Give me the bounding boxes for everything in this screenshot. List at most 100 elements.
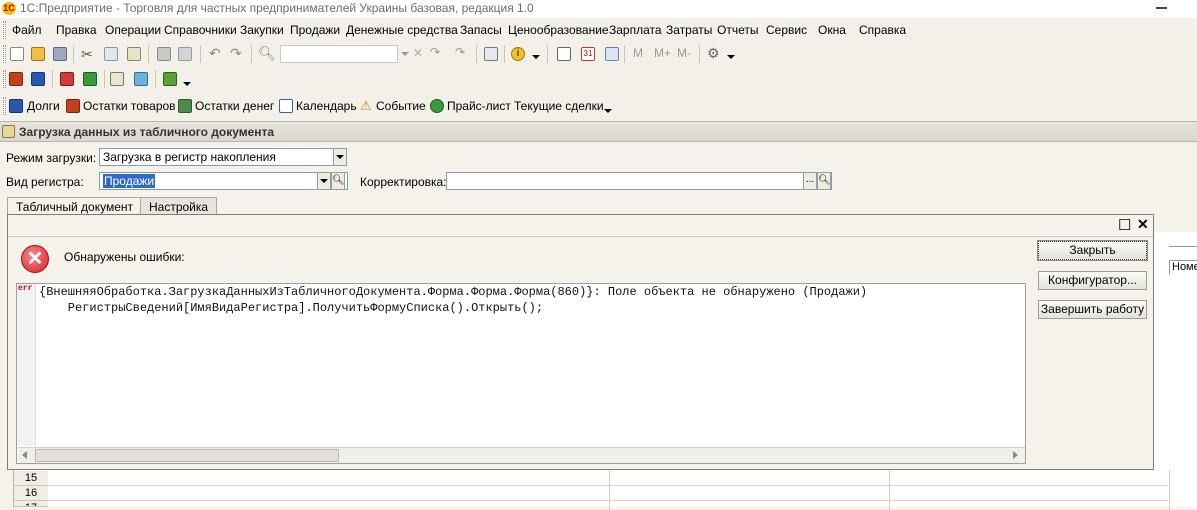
- correction-select-button[interactable]: ...: [803, 172, 817, 190]
- toolbar-separator: [148, 45, 149, 63]
- quick-stock-balance[interactable]: Остатки товаров: [83, 99, 176, 113]
- error-message-box[interactable]: err {ВнешняяОбработка.ЗагрузкаДанныхИзТа…: [16, 283, 1026, 464]
- exit-button[interactable]: Завершить работу: [1038, 300, 1147, 319]
- register-value: Продажи: [103, 174, 156, 188]
- stock-balance-icon: [66, 99, 80, 113]
- register-search-button[interactable]: 🔍︎: [331, 172, 345, 190]
- goods-sale-icon[interactable]: [83, 72, 97, 86]
- form-icon: [2, 125, 15, 138]
- secondary-toolbar: [0, 67, 1197, 92]
- new-document-icon[interactable]: [10, 47, 24, 61]
- quick-more-dropdown-icon[interactable]: [604, 109, 612, 113]
- mode-dropdown-button[interactable]: [333, 148, 347, 166]
- app-logo-icon: 1С: [2, 2, 16, 15]
- toolbar-separator: [52, 70, 53, 88]
- journal-icon[interactable]: [9, 72, 23, 86]
- contractors-icon[interactable]: [31, 72, 45, 86]
- memory-minus-button[interactable]: M-: [677, 46, 691, 60]
- toolbar-separator: [73, 45, 74, 63]
- find-next-icon[interactable]: ↷: [430, 45, 440, 59]
- print-preview-icon[interactable]: [178, 47, 192, 61]
- maximize-icon[interactable]: ☐: [1118, 216, 1131, 234]
- menu-windows[interactable]: Окна: [818, 23, 846, 37]
- menu-sales[interactable]: Продажи: [290, 23, 340, 37]
- scroll-thumb[interactable]: [35, 449, 339, 462]
- toolbar-search-input[interactable]: [280, 45, 398, 63]
- settings-dropdown-icon[interactable]: [727, 55, 735, 59]
- menu-stock[interactable]: Запасы: [460, 23, 502, 37]
- menu-service[interactable]: Сервис: [766, 23, 807, 37]
- find-prev-icon[interactable]: ↷: [455, 45, 465, 59]
- menu-pricing[interactable]: Ценообразование: [508, 23, 609, 37]
- horizontal-scrollbar[interactable]: [18, 447, 1025, 463]
- configurator-button[interactable]: Конфигуратор...: [1038, 271, 1147, 290]
- info-icon[interactable]: i: [511, 47, 525, 61]
- menu-cash[interactable]: Денежные средства: [346, 23, 458, 37]
- settings-icon[interactable]: ⚙: [707, 45, 720, 62]
- clipboard-icon[interactable]: [605, 47, 619, 61]
- quick-cash-balance[interactable]: Остатки денег: [195, 99, 274, 113]
- search-dropdown-icon[interactable]: [401, 52, 409, 56]
- toolbar-separator: [251, 45, 252, 63]
- sheet-gridline: [48, 485, 1168, 486]
- windows-icon[interactable]: [484, 47, 498, 61]
- mode-select[interactable]: Загрузка в регистр накопления: [99, 148, 347, 166]
- error-dialog: ☐ ✕ ✕ Обнаружены ошибки: err {ВнешняяОбр…: [7, 214, 1154, 470]
- scroll-right-icon[interactable]: [1013, 451, 1018, 459]
- open-folder-icon[interactable]: [31, 47, 45, 61]
- save-icon[interactable]: [53, 47, 67, 61]
- scroll-left-icon[interactable]: [22, 451, 27, 459]
- mode-value: Загрузка в регистр накопления: [103, 150, 276, 164]
- redo-icon[interactable]: ↷: [230, 45, 242, 62]
- minimize-button[interactable]: [1156, 7, 1167, 9]
- clear-search-icon[interactable]: ✕: [413, 46, 423, 60]
- invoice-icon[interactable]: [110, 72, 124, 86]
- menu-catalogs[interactable]: Справочники: [164, 23, 237, 37]
- search-icon[interactable]: 🔍︎: [258, 45, 276, 62]
- menu-costs[interactable]: Затраты: [666, 23, 712, 37]
- row-number: 16: [14, 486, 48, 501]
- event-icon: ⚠: [360, 98, 372, 113]
- price-list-icon: [430, 99, 444, 113]
- more-dropdown-icon[interactable]: [183, 82, 191, 86]
- memory-button[interactable]: M: [633, 46, 643, 60]
- menu-salary[interactable]: Зарплата: [609, 23, 662, 37]
- copy-icon[interactable]: [104, 47, 118, 61]
- menu-help[interactable]: Справка: [859, 23, 906, 37]
- correction-label: Корректировка:: [360, 175, 447, 189]
- toolbar-grip: [3, 45, 6, 63]
- register-dropdown-button[interactable]: [317, 172, 331, 190]
- register-field[interactable]: Продажи 🔍︎: [99, 172, 348, 190]
- undo-icon[interactable]: ↶: [209, 45, 221, 62]
- row-number: 17: [14, 501, 48, 507]
- menu-file[interactable]: Файл: [12, 23, 42, 37]
- payment-icon[interactable]: [134, 72, 148, 86]
- close-button[interactable]: Закрыть: [1037, 240, 1148, 261]
- quick-event[interactable]: Событие: [376, 99, 426, 113]
- memory-plus-button[interactable]: M+: [654, 46, 671, 60]
- quick-debts[interactable]: Долги: [27, 99, 60, 113]
- tab-settings[interactable]: Настройка: [140, 197, 218, 215]
- mode-label: Режим загрузки:: [6, 151, 97, 165]
- calendar-icon[interactable]: 31: [581, 47, 595, 61]
- menu-purchases[interactable]: Закупки: [240, 23, 284, 37]
- menu-reports[interactable]: Отчеты: [717, 23, 758, 37]
- info-dropdown-icon[interactable]: [532, 55, 540, 59]
- quick-current-deals[interactable]: Текущие сделки: [514, 99, 604, 113]
- quick-price-list[interactable]: Прайс-лист: [447, 99, 511, 113]
- paste-icon[interactable]: [127, 47, 141, 61]
- toolbar-separator: [547, 45, 548, 63]
- cash-order-icon[interactable]: [163, 72, 177, 86]
- correction-field[interactable]: ... 🔍︎: [446, 172, 832, 190]
- correction-search-button[interactable]: 🔍︎: [817, 172, 831, 190]
- close-icon[interactable]: ✕: [1137, 216, 1149, 233]
- calculator-icon[interactable]: [557, 47, 571, 61]
- menu-edit[interactable]: Правка: [56, 23, 97, 37]
- cut-icon[interactable]: ✂: [81, 46, 93, 63]
- menu-operations[interactable]: Операции: [105, 23, 161, 37]
- calendar-icon: [279, 99, 293, 113]
- print-icon[interactable]: [157, 47, 171, 61]
- goods-receipt-icon[interactable]: [60, 72, 74, 86]
- row-number: 15: [14, 471, 48, 486]
- quick-calendar[interactable]: Календарь: [296, 99, 357, 113]
